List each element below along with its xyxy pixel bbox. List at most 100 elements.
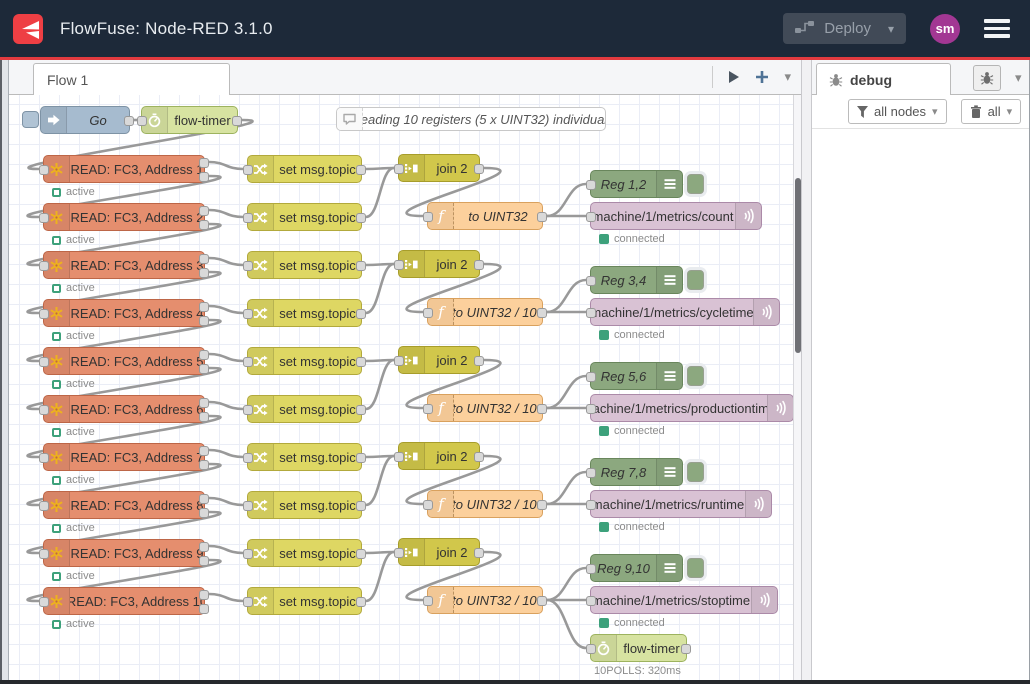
node-mqtt4[interactable]: machine/1/metrics/runtime bbox=[590, 490, 772, 518]
input-port[interactable] bbox=[394, 260, 404, 270]
output-port[interactable] bbox=[199, 604, 209, 614]
sidebar-resize-handle[interactable] bbox=[801, 60, 812, 684]
node-read9[interactable]: READ: FC3, Address 9 bbox=[43, 539, 205, 567]
output-port[interactable] bbox=[199, 158, 209, 168]
wire-read6-to-set6[interactable] bbox=[209, 402, 243, 409]
deploy-button[interactable]: Deploy ▾ bbox=[783, 13, 906, 44]
input-port[interactable] bbox=[243, 549, 253, 559]
node-read4[interactable]: READ: FC3, Address 4 bbox=[43, 299, 205, 327]
node-dbg2[interactable]: Reg 3,4 bbox=[590, 266, 683, 294]
input-port[interactable] bbox=[39, 165, 49, 175]
node-read5[interactable]: READ: FC3, Address 5 bbox=[43, 347, 205, 375]
node-comment1[interactable]: Reading 10 registers (5 x UINT32) indivi… bbox=[336, 107, 606, 131]
node-func1[interactable]: fto UINT32 bbox=[427, 202, 543, 230]
wire-read10-to-set10[interactable] bbox=[209, 594, 243, 601]
wire-read7-to-set7[interactable] bbox=[209, 450, 243, 457]
node-ft2[interactable]: flow-timer bbox=[590, 634, 687, 662]
wire-set10-to-join5[interactable] bbox=[366, 552, 394, 601]
wire-func4-to-dbg4[interactable] bbox=[547, 472, 586, 504]
debug-toggle-button[interactable] bbox=[687, 270, 704, 290]
node-join3[interactable]: join 2 bbox=[398, 346, 480, 374]
output-port[interactable] bbox=[356, 357, 366, 367]
input-port[interactable] bbox=[423, 596, 433, 606]
input-port[interactable] bbox=[394, 356, 404, 366]
output-port[interactable] bbox=[199, 172, 209, 182]
inject-button[interactable] bbox=[22, 111, 39, 128]
node-dbg3[interactable]: Reg 5,6 bbox=[590, 362, 683, 390]
wire-func3-to-dbg3[interactable] bbox=[547, 376, 586, 408]
node-func4[interactable]: fto UINT32 / 100 bbox=[427, 490, 543, 518]
input-port[interactable] bbox=[394, 452, 404, 462]
input-port[interactable] bbox=[394, 164, 404, 174]
node-join2[interactable]: join 2 bbox=[398, 250, 480, 278]
node-set4[interactable]: set msg.topic bbox=[247, 299, 362, 327]
flow-list-caret-icon[interactable]: ▾ bbox=[784, 69, 791, 85]
output-port[interactable] bbox=[474, 164, 484, 174]
wire-func2-to-dbg2[interactable] bbox=[547, 280, 586, 312]
menu-icon[interactable] bbox=[984, 19, 1010, 38]
node-set2[interactable]: set msg.topic bbox=[247, 203, 362, 231]
wire-read5-to-set5[interactable] bbox=[209, 354, 243, 361]
input-port[interactable] bbox=[243, 501, 253, 511]
input-port[interactable] bbox=[243, 165, 253, 175]
node-set10[interactable]: set msg.topic bbox=[247, 587, 362, 615]
node-read10[interactable]: READ: FC3, Address 10 bbox=[43, 587, 205, 615]
wire-read9-to-set9[interactable] bbox=[209, 546, 243, 553]
node-dbg5[interactable]: Reg 9,10 bbox=[590, 554, 683, 582]
node-mqtt3[interactable]: machine/1/metrics/productiontime bbox=[590, 394, 793, 422]
input-port[interactable] bbox=[394, 548, 404, 558]
tab-flow-1[interactable]: Flow 1 bbox=[33, 63, 230, 96]
node-func3[interactable]: fto UINT32 / 100 bbox=[427, 394, 543, 422]
node-read2[interactable]: READ: FC3, Address 2 bbox=[43, 203, 205, 231]
input-port[interactable] bbox=[423, 500, 433, 510]
output-port[interactable] bbox=[199, 460, 209, 470]
input-port[interactable] bbox=[243, 453, 253, 463]
add-flow-button[interactable] bbox=[755, 70, 769, 84]
wire-read3-to-set3[interactable] bbox=[209, 258, 243, 265]
debug-toggle-button[interactable] bbox=[687, 558, 704, 578]
input-port[interactable] bbox=[39, 309, 49, 319]
input-port[interactable] bbox=[586, 372, 596, 382]
node-join5[interactable]: join 2 bbox=[398, 538, 480, 566]
input-port[interactable] bbox=[423, 404, 433, 414]
node-dbg1[interactable]: Reg 1,2 bbox=[590, 170, 683, 198]
node-ft1[interactable]: flow-timer bbox=[141, 106, 238, 134]
output-port[interactable] bbox=[356, 549, 366, 559]
input-port[interactable] bbox=[39, 405, 49, 415]
input-port[interactable] bbox=[586, 468, 596, 478]
output-port[interactable] bbox=[356, 213, 366, 223]
output-port[interactable] bbox=[199, 220, 209, 230]
flowfuse-logo-icon[interactable] bbox=[13, 14, 43, 44]
output-port[interactable] bbox=[199, 206, 209, 216]
output-port[interactable] bbox=[474, 452, 484, 462]
output-port[interactable] bbox=[356, 309, 366, 319]
input-port[interactable] bbox=[586, 308, 596, 318]
node-set8[interactable]: set msg.topic bbox=[247, 491, 362, 519]
node-read3[interactable]: READ: FC3, Address 3 bbox=[43, 251, 205, 279]
wire-read1-to-set1[interactable] bbox=[209, 162, 243, 169]
input-port[interactable] bbox=[39, 597, 49, 607]
input-port[interactable] bbox=[39, 501, 49, 511]
output-port[interactable] bbox=[356, 405, 366, 415]
output-port[interactable] bbox=[356, 453, 366, 463]
node-set1[interactable]: set msg.topic bbox=[247, 155, 362, 183]
output-port[interactable] bbox=[199, 508, 209, 518]
node-func2[interactable]: fto UINT32 / 100 bbox=[427, 298, 543, 326]
output-port[interactable] bbox=[199, 350, 209, 360]
output-port[interactable] bbox=[199, 316, 209, 326]
output-port[interactable] bbox=[356, 261, 366, 271]
output-port[interactable] bbox=[681, 644, 691, 654]
input-port[interactable] bbox=[243, 405, 253, 415]
node-set3[interactable]: set msg.topic bbox=[247, 251, 362, 279]
run-flow-icon[interactable] bbox=[728, 70, 740, 84]
output-port[interactable] bbox=[199, 542, 209, 552]
output-port[interactable] bbox=[199, 302, 209, 312]
user-avatar[interactable]: sm bbox=[930, 14, 960, 44]
input-port[interactable] bbox=[243, 597, 253, 607]
output-port[interactable] bbox=[199, 556, 209, 566]
output-port[interactable] bbox=[537, 212, 547, 222]
node-read7[interactable]: READ: FC3, Address 7 bbox=[43, 443, 205, 471]
debug-toggle-button[interactable] bbox=[687, 462, 704, 482]
sidebar-caret-icon[interactable]: ▾ bbox=[1015, 65, 1022, 91]
node-read8[interactable]: READ: FC3, Address 8 bbox=[43, 491, 205, 519]
